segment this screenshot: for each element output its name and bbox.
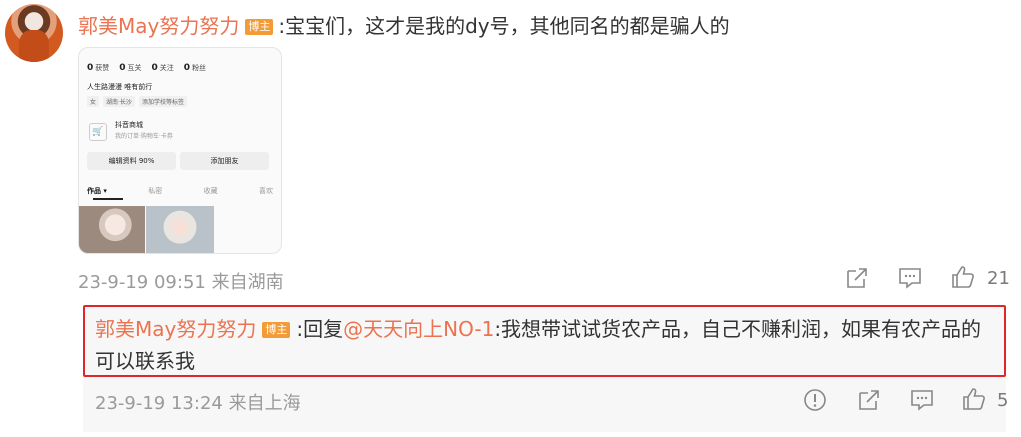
edit-profile-button: 编辑资料 90%: [87, 152, 176, 170]
comment-image[interactable]: 0 获赞 0 互关 0 关注 0 粉丝 人生路漫漫 唯有前行 女 湖南·长沙 添加学校等…: [78, 47, 282, 254]
stat-mutual: 0 互关: [119, 63, 142, 73]
like-count: 21: [987, 268, 1010, 289]
profile-bio: 人生路漫漫 唯有前行: [87, 83, 153, 91]
cart-icon: 🛒: [89, 123, 107, 141]
tab-favorites: 收藏: [203, 187, 218, 195]
thumbs-up-icon[interactable]: [951, 265, 975, 289]
comment-header: 郭美May努力努力 博主:宝宝们，这才是我的dy号，其他同名的都是骗人的: [78, 10, 730, 39]
profile-tags: 女 湖南·长沙 添加学校等标签: [87, 96, 187, 107]
reply-highlight: 郭美May努力努力 博主:回复@天天向上NO-1:我想带试试货农产品，自己不赚利润…: [83, 305, 1006, 377]
shop-subtitle: 我的订单·购物车·卡券: [115, 133, 173, 140]
reply-prefix: :回复: [296, 317, 344, 341]
stat-followers: 0 粉丝: [183, 63, 207, 73]
blogger-badge: 博主: [245, 19, 274, 35]
author-name[interactable]: 郭美May努力努力: [78, 14, 239, 38]
tag: 湖南·长沙: [103, 96, 135, 107]
reply-content: 郭美May努力努力 博主:回复@天天向上NO-1:我想带试试货农产品，自己不赚利润…: [95, 313, 1000, 377]
shop-entry: 🛒 抖音商城 我的订单·购物车·卡券: [87, 118, 273, 146]
reply-meta: 23-9-19 13:24 来自上海: [95, 393, 301, 414]
tab-works: 作品 ▾: [87, 187, 107, 195]
add-friend-button: 添加朋友: [180, 152, 269, 170]
profile-stats: 0 获赞 0 互关 0 关注 0 粉丝: [87, 63, 206, 73]
comment-text: :宝宝们，这才是我的dy号，其他同名的都是骗人的: [278, 14, 730, 38]
reply-author-name[interactable]: 郭美May努力努力: [95, 317, 256, 341]
stat-likes: 0 获赞: [87, 63, 110, 73]
video-thumbnail: [146, 206, 214, 253]
share-icon[interactable]: [857, 388, 881, 412]
report-icon[interactable]: [803, 388, 827, 412]
tag: 女: [87, 96, 100, 107]
stat-following: 0 关注: [151, 63, 174, 73]
blogger-badge: 博主: [262, 322, 291, 338]
tab-underline: [93, 198, 123, 200]
profile-buttons: 编辑资料 90% 添加朋友: [87, 152, 269, 170]
shop-title: 抖音商城: [115, 121, 143, 129]
profile-tabs: 作品 ▾ 私密 收藏 喜欢: [87, 186, 273, 196]
tab-likes: 喜欢: [258, 187, 273, 195]
avatar[interactable]: [5, 4, 63, 62]
comment-meta: 23-9-19 09:51 来自湖南: [78, 272, 284, 293]
comment-icon[interactable]: [910, 388, 934, 412]
comment-icon[interactable]: [898, 266, 922, 290]
tab-private: 私密: [148, 187, 163, 195]
share-icon[interactable]: [845, 266, 869, 290]
thumbs-up-icon[interactable]: [962, 387, 986, 411]
like-count: 5: [997, 390, 1009, 411]
mention-link[interactable]: @天天向上NO-1: [343, 317, 494, 341]
tag: 添加学校等标签: [138, 96, 187, 107]
video-thumbnail: [79, 206, 145, 253]
